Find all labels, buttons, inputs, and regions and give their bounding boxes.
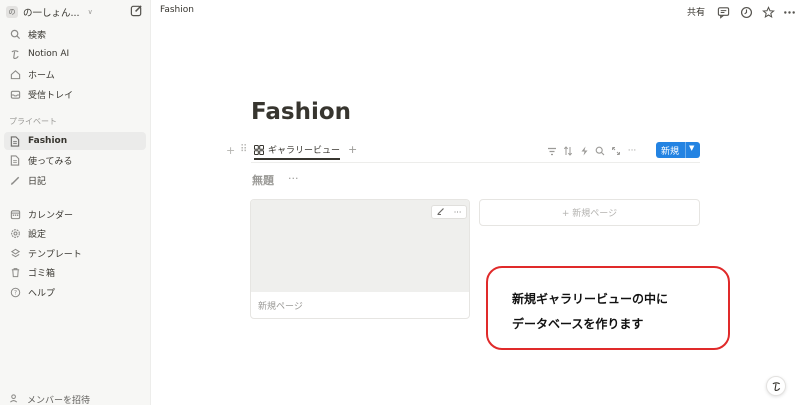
inbox-icon [9,88,21,100]
new-button-label: 新規 [661,146,680,157]
search-icon[interactable] [592,144,608,158]
sidebar-item-label: ゴミ箱 [28,268,56,279]
help-icon: ? [9,286,21,298]
page-icon [9,154,21,166]
section-label-private: プライベート [9,117,57,126]
sidebar-item-inbox[interactable]: 受信トレイ [4,85,146,103]
card-actions: ··· [431,205,467,219]
chevron-down-icon[interactable]: ▼ [689,144,694,152]
sidebar-item-label: 設定 [28,229,47,240]
clock-icon[interactable] [740,4,753,19]
workspace-avatar: の [6,6,18,18]
callout-line-2: データベースを作ります [512,317,644,331]
gallery-grid-icon [254,144,264,155]
sidebar-item-label: ヘルプ [28,288,56,299]
sidebar-item-label: Fashion [28,136,68,146]
database-title[interactable]: 無題 [252,172,274,188]
new-page-card-button[interactable]: + 新規ページ [479,199,700,226]
search-icon [9,28,21,40]
expand-icon[interactable] [608,144,624,158]
sidebar-item-tsukattemiru[interactable]: 使ってみる [4,151,146,169]
breadcrumb[interactable]: Fashion [160,5,194,15]
sidebar-item-diary[interactable]: 日記 [4,171,146,189]
add-view-icon[interactable]: + [348,143,357,156]
button-divider [685,142,686,158]
automation-icon[interactable] [576,144,592,158]
sort-icon[interactable] [560,144,576,158]
more-icon[interactable]: ··· [624,144,640,158]
chevron-down-icon: ∨ [87,8,93,16]
database-more-icon[interactable]: ··· [288,172,299,185]
sidebar-item-help[interactable]: ? ヘルプ [4,283,146,301]
share-button[interactable]: 共有 [687,5,705,18]
sidebar-item-settings[interactable]: 設定 [4,224,146,242]
template-icon [9,247,21,259]
sidebar-item-label: カレンダー [28,210,74,221]
sidebar-item-label: 受信トレイ [28,90,74,101]
page-icon [9,135,21,147]
sidebar-item-label: ホーム [28,70,55,81]
sidebar-item-trash[interactable]: ゴミ箱 [4,263,146,281]
view-toolbar: ··· [544,144,640,158]
sidebar-item-label: 日記 [28,176,47,187]
comment-icon[interactable] [717,4,730,19]
sidebar-item-templates[interactable]: テンプレート [4,244,146,262]
sidebar-item-calendar[interactable]: カレンダー [4,205,146,223]
filter-icon[interactable] [544,144,560,158]
new-page-icon[interactable] [130,4,144,18]
sidebar-item-label: 使ってみる [28,156,73,167]
sidebar: の の一しょん... ∨ 検索 Notion AI ホーム 受信トレイ プライベ… [0,0,151,405]
invite-label: メンバーを招待 [27,395,91,405]
edit-icon[interactable] [437,207,445,217]
sidebar-item-notion-ai[interactable]: Notion AI [4,45,146,63]
database-view-bar: + ⠿ ギャラリービュー + ··· 新規 ▼ [226,141,702,161]
invite-members-button[interactable]: メンバーを招待 [4,392,146,405]
home-icon [9,68,21,80]
star-icon[interactable] [762,4,775,19]
sidebar-item-label: テンプレート [28,249,82,260]
new-record-button[interactable]: 新規 ▼ [656,142,700,158]
workspace-name: の一しょん... [23,8,80,19]
sidebar-item-home[interactable]: ホーム [4,65,146,83]
trash-icon [9,266,21,278]
svg-text:?: ? [13,289,16,296]
more-icon[interactable] [783,4,796,17]
sidebar-item-search[interactable]: 検索 [4,25,146,43]
view-tab-label: ギャラリービュー [268,146,341,156]
callout-line-1: 新規ギャラリービューの中に [512,292,669,306]
drag-handle-icon[interactable]: ⠿ [240,144,247,155]
sidebar-item-label: 検索 [28,30,47,41]
topbar: Fashion 共有 [151,0,800,22]
card-more-icon[interactable]: ··· [454,208,462,217]
gallery-card[interactable]: ··· 新規ページ [250,199,470,319]
sidebar-item-fashion[interactable]: Fashion [4,132,146,150]
tab-gallery-view[interactable]: ギャラリービュー [254,142,341,160]
add-block-icon[interactable]: + [226,144,235,157]
sidebar-item-label: Notion AI [28,49,70,59]
calendar-icon [9,208,21,220]
page-title[interactable]: Fashion [251,99,351,125]
gear-icon [9,227,21,239]
notion-ai-icon[interactable] [766,376,786,396]
notion-ai-icon [9,48,21,60]
workspace-switcher[interactable]: の の一しょん... ∨ [6,4,146,20]
add-person-icon [9,393,21,405]
card-title: 新規ページ [258,302,303,312]
view-bar-divider [251,162,700,163]
annotation-callout: 新規ギャラリービューの中に データベースを作ります [486,266,730,350]
pencil-icon [9,174,21,186]
